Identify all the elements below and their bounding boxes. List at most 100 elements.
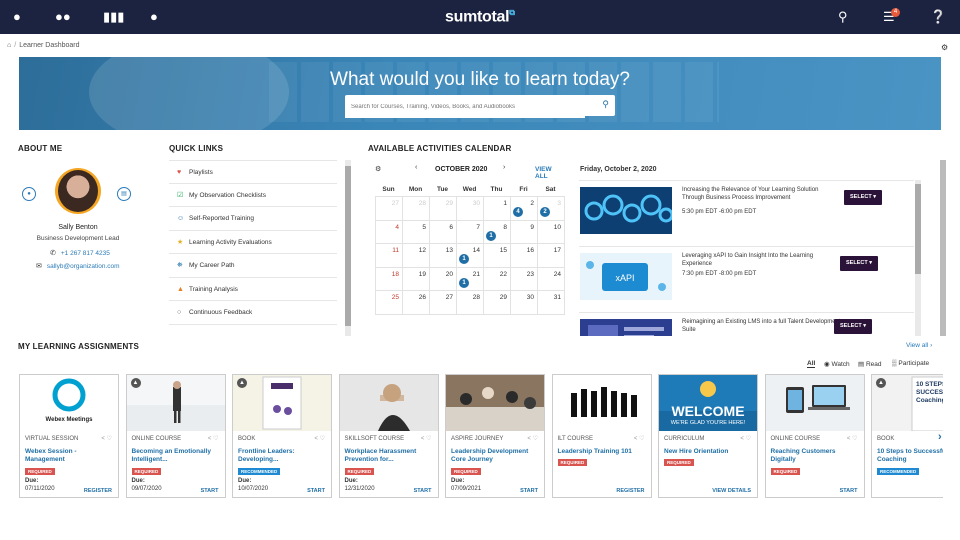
calendar-day[interactable]: 25 bbox=[375, 290, 403, 315]
calendar-day[interactable]: 1 bbox=[483, 196, 511, 221]
carousel-next-icon[interactable]: › bbox=[938, 431, 942, 443]
learning-assignment-card[interactable]: ▲ BOOK < ♡ Frontline Leaders: Developing...… bbox=[232, 374, 332, 498]
calendar-view-all-link[interactable]: VIEW ALL bbox=[535, 166, 565, 180]
card-action-button[interactable]: START bbox=[307, 488, 325, 494]
quick-link-item[interactable]: ○ Continuous Feedback bbox=[169, 301, 337, 325]
calendar-day[interactable]: 13 bbox=[429, 243, 457, 268]
help-icon[interactable]: ❔ bbox=[930, 9, 946, 25]
share-icon[interactable]: < bbox=[740, 436, 744, 442]
event-thumbnail[interactable] bbox=[580, 187, 674, 234]
share-icon[interactable]: < bbox=[314, 436, 318, 442]
profile-icon[interactable]: ● bbox=[22, 187, 36, 201]
event-select-button[interactable]: SELECT ▾ bbox=[840, 256, 878, 271]
calendar-settings-icon[interactable]: ⚙ bbox=[375, 165, 381, 173]
calendar-day[interactable]: 24 bbox=[510, 196, 538, 221]
prev-month-icon[interactable]: ‹ bbox=[415, 164, 417, 171]
card-action-button[interactable]: START bbox=[520, 488, 538, 494]
heart-icon[interactable]: ♡ bbox=[639, 436, 644, 442]
card-action-button[interactable]: VIEW DETAILS bbox=[712, 488, 751, 494]
calendar-day[interactable]: 28 bbox=[402, 196, 430, 221]
quick-link-item[interactable]: ⛯ My Career Path bbox=[169, 254, 337, 278]
share-icon[interactable]: < bbox=[208, 436, 212, 442]
activity-count-marker[interactable]: 2 bbox=[540, 207, 550, 217]
share-icon[interactable]: < bbox=[101, 436, 105, 442]
event-select-button[interactable]: SELECT ▾ bbox=[834, 319, 872, 334]
calendar-day[interactable]: 15 bbox=[483, 243, 511, 268]
org-user-icon[interactable]: ● bbox=[150, 9, 158, 25]
calendar-day[interactable]: 27 bbox=[429, 290, 457, 315]
course-thumbnail[interactable]: WELCOME WE'RE GLAD YOU'RE HERE! bbox=[659, 375, 757, 431]
calendar-day[interactable]: 81 bbox=[483, 219, 511, 244]
course-title[interactable]: Webex Session - Management bbox=[25, 448, 115, 463]
event-title[interactable]: Leveraging xAPI to Gain Insight Into the… bbox=[682, 253, 842, 268]
page-scrollbar[interactable] bbox=[940, 160, 946, 336]
calendar-day[interactable]: 14 1 bbox=[456, 243, 484, 268]
learning-assignment-card[interactable]: ▲ ONLINE COURSE < ♡ Becoming an Emotionally… bbox=[125, 374, 226, 498]
course-title[interactable]: Leadership Training 101 bbox=[558, 448, 648, 456]
library-icon[interactable]: ▮▮▮ bbox=[103, 9, 124, 25]
quick-link-item[interactable]: ▲ Training Analysis bbox=[169, 278, 337, 301]
event-thumbnail[interactable] bbox=[580, 319, 672, 336]
course-title[interactable]: 10 Steps to Successful Coaching bbox=[877, 448, 943, 463]
calendar-day[interactable]: 7 bbox=[456, 219, 484, 244]
share-icon[interactable]: < bbox=[634, 436, 638, 442]
search-input[interactable] bbox=[345, 96, 585, 118]
calendar-day[interactable]: 16 bbox=[510, 243, 538, 268]
course-thumbnail[interactable]: Webex Meetings bbox=[20, 375, 118, 431]
heart-icon[interactable]: ♡ bbox=[533, 436, 538, 442]
assignment-filter[interactable]: ▒ Participate bbox=[892, 360, 929, 367]
calendar-day[interactable]: 23 bbox=[510, 266, 538, 291]
course-title[interactable]: Frontline Leaders: Developing... bbox=[238, 448, 328, 463]
quick-links-scrollbar[interactable] bbox=[345, 160, 351, 336]
activity-count-marker[interactable]: 1 bbox=[459, 254, 469, 264]
learning-assignment-card[interactable]: SKILLSOFT COURSE < ♡ Workplace Harassment … bbox=[338, 374, 439, 498]
learning-assignment-card[interactable]: Webex Meetings VIRTUAL SESSION < ♡ Webex Se… bbox=[19, 374, 119, 498]
course-title[interactable]: Workplace Harassment Prevention for... bbox=[345, 448, 435, 463]
home-icon[interactable]: ⌂ bbox=[7, 42, 11, 49]
calendar-day[interactable]: 5 bbox=[402, 219, 430, 244]
event-select-button[interactable]: SELECT ▾ bbox=[844, 190, 882, 205]
course-thumbnail[interactable] bbox=[339, 375, 438, 431]
card-action-button[interactable]: REGISTER bbox=[616, 488, 644, 494]
assignment-filter[interactable]: All bbox=[807, 360, 816, 368]
calendar-day[interactable]: 29 bbox=[429, 196, 457, 221]
next-month-icon[interactable]: › bbox=[503, 164, 505, 171]
assignment-filter[interactable]: ▤ Read bbox=[858, 360, 882, 368]
calendar-day[interactable]: 26 bbox=[402, 290, 430, 315]
calendar-day[interactable]: 18 bbox=[375, 266, 403, 291]
course-title[interactable]: Reaching Customers Digitally bbox=[771, 448, 861, 463]
card-action-button[interactable]: START bbox=[414, 488, 432, 494]
course-title[interactable]: New Hire Orientation bbox=[664, 448, 754, 456]
calendar-day[interactable]: 17 bbox=[537, 243, 565, 268]
card-action-button[interactable]: START bbox=[201, 488, 219, 494]
card-action-button[interactable]: START bbox=[840, 488, 858, 494]
transcript-icon[interactable]: ▤ bbox=[117, 187, 131, 201]
calendar-day[interactable]: 28 bbox=[456, 290, 484, 315]
quick-link-item[interactable]: ★ Learning Activity Evaluations bbox=[169, 231, 337, 254]
calendar-day[interactable]: 4 bbox=[375, 219, 403, 244]
calendar-day[interactable]: 21 1 bbox=[456, 266, 484, 291]
user-phone[interactable]: ✆ +1 267 817 4235 bbox=[50, 249, 110, 257]
calendar-day[interactable]: 31 bbox=[537, 290, 565, 315]
quick-link-item[interactable]: ☑ My Observation Checklists bbox=[169, 184, 337, 207]
assignments-view-all-link[interactable]: View all › bbox=[906, 342, 932, 349]
calendar-day[interactable]: 9 bbox=[510, 219, 538, 244]
heart-icon[interactable]: ♡ bbox=[852, 436, 857, 442]
event-title[interactable]: Increasing the Relevance of Your Learnin… bbox=[682, 187, 842, 202]
course-thumbnail[interactable] bbox=[233, 375, 331, 431]
calendar-day[interactable]: 11 bbox=[375, 243, 403, 268]
calendar-day[interactable]: 19 bbox=[402, 266, 430, 291]
learning-assignment-card[interactable]: ILT COURSE < ♡ Leadership Training 101 REQU… bbox=[551, 374, 652, 498]
activity-count-marker[interactable]: 1 bbox=[459, 277, 469, 288]
course-title[interactable]: Leadership Development Core Journey bbox=[451, 448, 541, 463]
user-email[interactable]: ✉ sallyb@organization.com bbox=[36, 262, 120, 270]
card-action-button[interactable]: REGISTER bbox=[84, 488, 112, 494]
course-thumbnail[interactable] bbox=[552, 375, 651, 431]
course-thumbnail[interactable] bbox=[765, 375, 864, 431]
assignment-filter[interactable]: ◉ Watch bbox=[824, 360, 850, 368]
heart-icon[interactable]: ♡ bbox=[320, 436, 325, 442]
learning-assignment-card[interactable]: WELCOME WE'RE GLAD YOU'RE HERE! CURRICULUM… bbox=[658, 374, 758, 498]
quick-link-item[interactable]: ♥ Playlists bbox=[169, 160, 337, 184]
event-title[interactable]: Reimagining an Existing LMS into a full … bbox=[682, 319, 842, 334]
calendar-day[interactable]: 20 bbox=[429, 266, 457, 291]
